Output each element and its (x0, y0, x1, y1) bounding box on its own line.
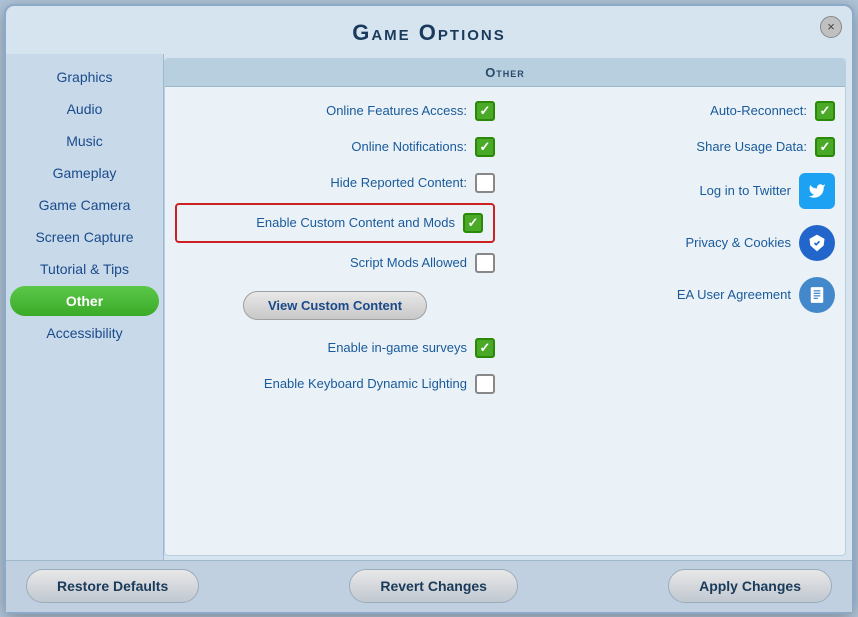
content-area: Other Online Features Access: Online Not… (164, 58, 846, 556)
options-container: Online Features Access: Online Notificat… (165, 87, 845, 408)
ea-agreement-label: EA User Agreement (515, 287, 791, 302)
privacy-cookies-row: Privacy & Cookies (505, 217, 845, 269)
enable-custom-content-label: Enable Custom Content and Mods (256, 215, 455, 230)
auto-reconnect-checkbox[interactable] (815, 101, 835, 121)
keyboard-lighting-checkbox[interactable] (475, 374, 495, 394)
online-notifications-label: Online Notifications: (351, 139, 467, 154)
auto-reconnect-row: Auto-Reconnect: (505, 93, 845, 129)
view-custom-content-container: View Custom Content (165, 281, 505, 330)
sidebar-item-game-camera[interactable]: Game Camera (10, 190, 159, 220)
twitter-button[interactable] (799, 173, 835, 209)
apply-changes-button[interactable]: Apply Changes (668, 569, 832, 603)
right-column: Auto-Reconnect: Share Usage Data: Log in… (505, 87, 845, 408)
script-mods-checkbox[interactable] (475, 253, 495, 273)
online-features-checkbox[interactable] (475, 101, 495, 121)
revert-changes-button[interactable]: Revert Changes (349, 569, 518, 603)
auto-reconnect-label: Auto-Reconnect: (515, 103, 807, 118)
hide-reported-label: Hide Reported Content: (330, 175, 467, 190)
sidebar-item-graphics[interactable]: Graphics (10, 62, 159, 92)
game-options-window: Game Options × Graphics Audio Music Game… (4, 4, 854, 614)
ingame-surveys-checkbox[interactable] (475, 338, 495, 358)
twitter-label: Log in to Twitter (515, 183, 791, 198)
ea-agreement-button[interactable] (799, 277, 835, 313)
ingame-surveys-label: Enable in-game surveys (328, 340, 467, 355)
sidebar: Graphics Audio Music Gameplay Game Camer… (6, 54, 164, 560)
twitter-row: Log in to Twitter (505, 165, 845, 217)
online-features-row: Online Features Access: (165, 93, 505, 129)
ea-agreement-row: EA User Agreement (505, 269, 845, 321)
hide-reported-row: Hide Reported Content: (165, 165, 505, 201)
main-area: Graphics Audio Music Gameplay Game Camer… (6, 54, 852, 560)
privacy-cookies-label: Privacy & Cookies (515, 235, 791, 250)
share-usage-row: Share Usage Data: (505, 129, 845, 165)
close-button[interactable]: × (820, 16, 842, 38)
online-notifications-checkbox[interactable] (475, 137, 495, 157)
privacy-cookies-button[interactable] (799, 225, 835, 261)
restore-defaults-button[interactable]: Restore Defaults (26, 569, 199, 603)
enable-custom-content-row: Enable Custom Content and Mods (175, 203, 495, 243)
sidebar-item-music[interactable]: Music (10, 126, 159, 156)
keyboard-lighting-label: Enable Keyboard Dynamic Lighting (264, 376, 467, 391)
sidebar-item-other[interactable]: Other (10, 286, 159, 316)
enable-custom-content-checkbox[interactable] (463, 213, 483, 233)
share-usage-checkbox[interactable] (815, 137, 835, 157)
sidebar-item-audio[interactable]: Audio (10, 94, 159, 124)
script-mods-row: Script Mods Allowed (165, 245, 505, 281)
left-column: Online Features Access: Online Notificat… (165, 87, 505, 408)
sidebar-item-tutorial-tips[interactable]: Tutorial & Tips (10, 254, 159, 284)
keyboard-lighting-row: Enable Keyboard Dynamic Lighting (165, 366, 505, 402)
script-mods-label: Script Mods Allowed (350, 255, 467, 270)
sidebar-item-gameplay[interactable]: Gameplay (10, 158, 159, 188)
sidebar-item-accessibility[interactable]: Accessibility (10, 318, 159, 348)
view-custom-content-button[interactable]: View Custom Content (243, 291, 427, 320)
sidebar-item-screen-capture[interactable]: Screen Capture (10, 222, 159, 252)
online-features-label: Online Features Access: (326, 103, 467, 118)
bottom-bar: Restore Defaults Revert Changes Apply Ch… (6, 560, 852, 612)
online-notifications-row: Online Notifications: (165, 129, 505, 165)
share-usage-label: Share Usage Data: (515, 139, 807, 154)
section-header: Other (165, 59, 845, 87)
window-title: Game Options (6, 20, 852, 46)
hide-reported-checkbox[interactable] (475, 173, 495, 193)
ingame-surveys-row: Enable in-game surveys (165, 330, 505, 366)
title-bar: Game Options × (6, 6, 852, 54)
